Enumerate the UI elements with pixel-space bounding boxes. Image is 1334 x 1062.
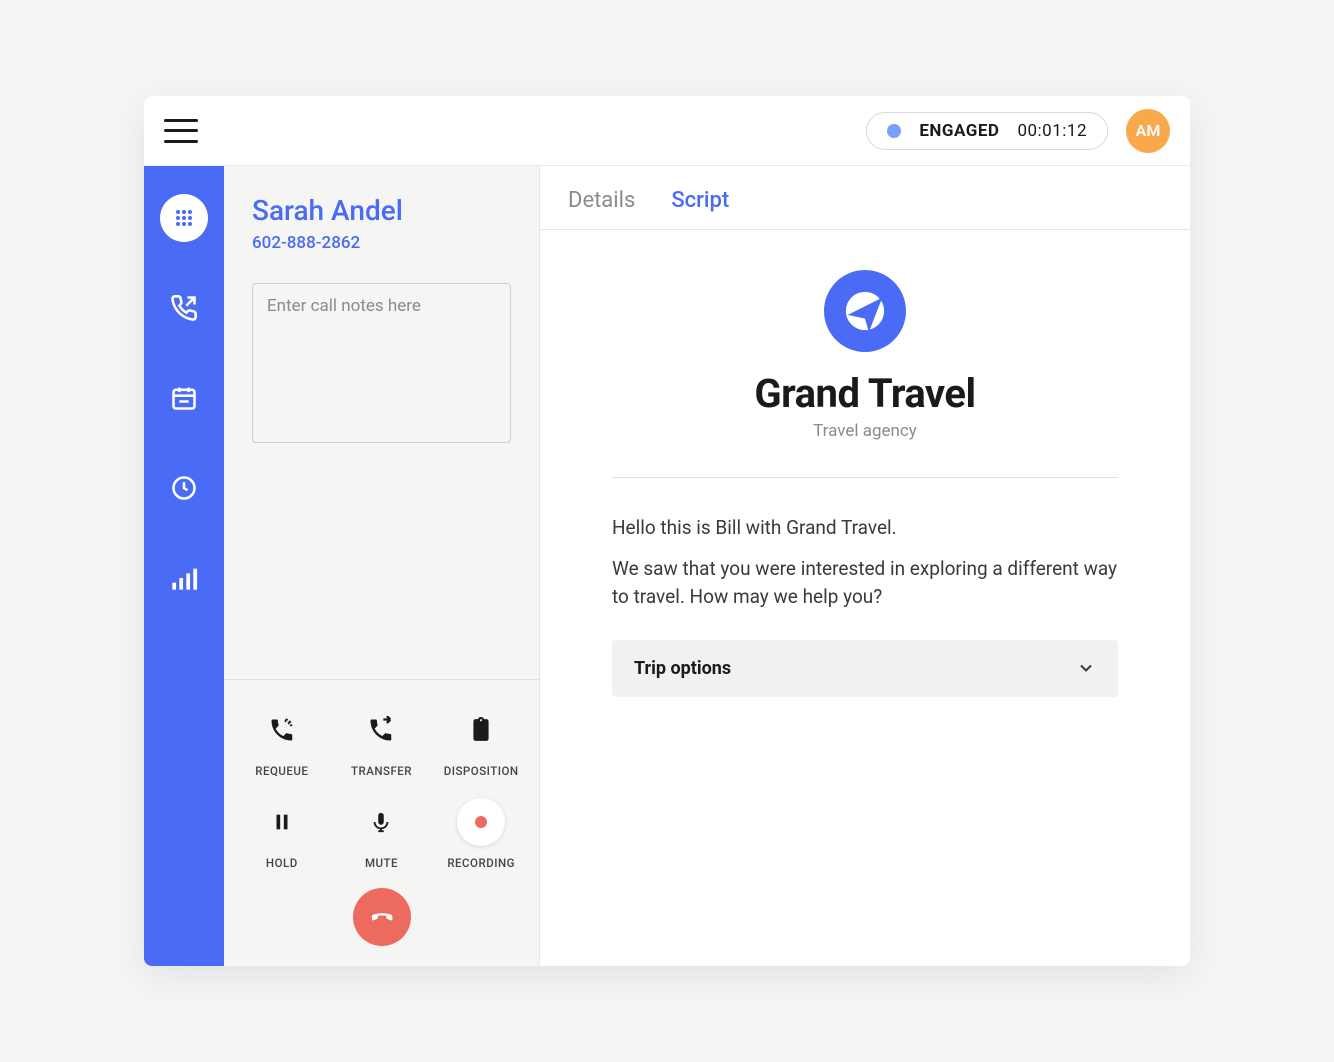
status-pill[interactable]: ENGAGED 00:01:12 <box>866 112 1108 150</box>
transfer-icon <box>357 706 405 754</box>
status-label: ENGAGED <box>919 121 999 141</box>
hold-label: HOLD <box>266 856 298 870</box>
nav-history[interactable] <box>160 464 208 512</box>
trip-options-accordion[interactable]: Trip options <box>612 640 1118 697</box>
caller-info: Sarah Andel 602-888-2862 <box>224 166 539 265</box>
avatar[interactable]: AM <box>1126 109 1170 153</box>
call-panel: Sarah Andel 602-888-2862 REQUEUE <box>224 166 540 966</box>
nav-reports[interactable] <box>160 554 208 602</box>
org-name: Grand Travel <box>754 370 975 417</box>
microphone-icon <box>357 798 405 846</box>
caller-name: Sarah Andel <box>252 194 511 227</box>
transfer-label: TRANSFER <box>351 764 412 778</box>
chevron-down-icon <box>1076 658 1096 678</box>
hangup-button[interactable] <box>353 888 411 946</box>
caller-phone: 602-888-2862 <box>252 233 511 253</box>
body-area: Sarah Andel 602-888-2862 REQUEUE <box>144 166 1190 966</box>
nav-rail <box>144 166 224 966</box>
nav-dialpad[interactable] <box>160 194 208 242</box>
org-logo <box>824 270 906 352</box>
recording-button[interactable]: RECORDING <box>431 798 531 870</box>
accordion-title: Trip options <box>634 658 731 679</box>
notes-wrap <box>224 265 539 465</box>
mute-button[interactable]: MUTE <box>332 798 432 870</box>
top-bar: ENGAGED 00:01:12 AM <box>144 96 1190 166</box>
pause-icon <box>258 798 306 846</box>
divider <box>612 477 1118 478</box>
call-timer: 00:01:12 <box>1017 121 1087 141</box>
hold-button[interactable]: HOLD <box>232 798 332 870</box>
clock-icon <box>170 474 198 502</box>
nav-calls[interactable] <box>160 284 208 332</box>
hangup-icon <box>367 902 397 932</box>
main-panel: Details Script Grand Travel Travel agenc… <box>540 166 1190 966</box>
script-line-1: Hello this is Bill with Grand Travel. <box>612 514 1118 543</box>
mute-label: MUTE <box>365 856 398 870</box>
nav-schedule[interactable] <box>160 374 208 422</box>
avatar-initials: AM <box>1136 121 1161 140</box>
requeue-button[interactable]: REQUEUE <box>232 706 332 778</box>
airplane-icon <box>842 288 888 334</box>
script-text: Hello this is Bill with Grand Travel. We… <box>568 514 1162 612</box>
tabs: Details Script <box>540 166 1190 230</box>
call-notes-input[interactable] <box>252 283 511 443</box>
script-body: Grand Travel Travel agency Hello this is… <box>540 230 1190 966</box>
script-line-2: We saw that you were interested in explo… <box>612 555 1118 612</box>
requeue-label: REQUEUE <box>255 764 308 778</box>
menu-icon[interactable] <box>164 119 198 143</box>
tab-details[interactable]: Details <box>568 188 635 213</box>
org-header: Grand Travel Travel agency <box>568 270 1162 441</box>
calendar-icon <box>170 384 198 412</box>
record-icon <box>457 798 505 846</box>
signal-bars-icon <box>170 564 198 592</box>
call-controls: REQUEUE TRANSFER DISPOSITION <box>224 679 539 966</box>
status-dot-icon <box>887 124 901 138</box>
app-shell: ENGAGED 00:01:12 AM <box>144 96 1190 966</box>
disposition-button[interactable]: DISPOSITION <box>431 706 531 778</box>
requeue-icon <box>258 706 306 754</box>
transfer-button[interactable]: TRANSFER <box>332 706 432 778</box>
tab-script[interactable]: Script <box>671 188 729 213</box>
dialpad-icon <box>172 206 196 230</box>
recording-label: RECORDING <box>447 856 515 870</box>
phone-outgoing-icon <box>170 294 198 322</box>
org-subtitle: Travel agency <box>813 421 917 441</box>
disposition-label: DISPOSITION <box>444 764 519 778</box>
clipboard-icon <box>457 706 505 754</box>
top-bar-right: ENGAGED 00:01:12 AM <box>866 109 1170 153</box>
